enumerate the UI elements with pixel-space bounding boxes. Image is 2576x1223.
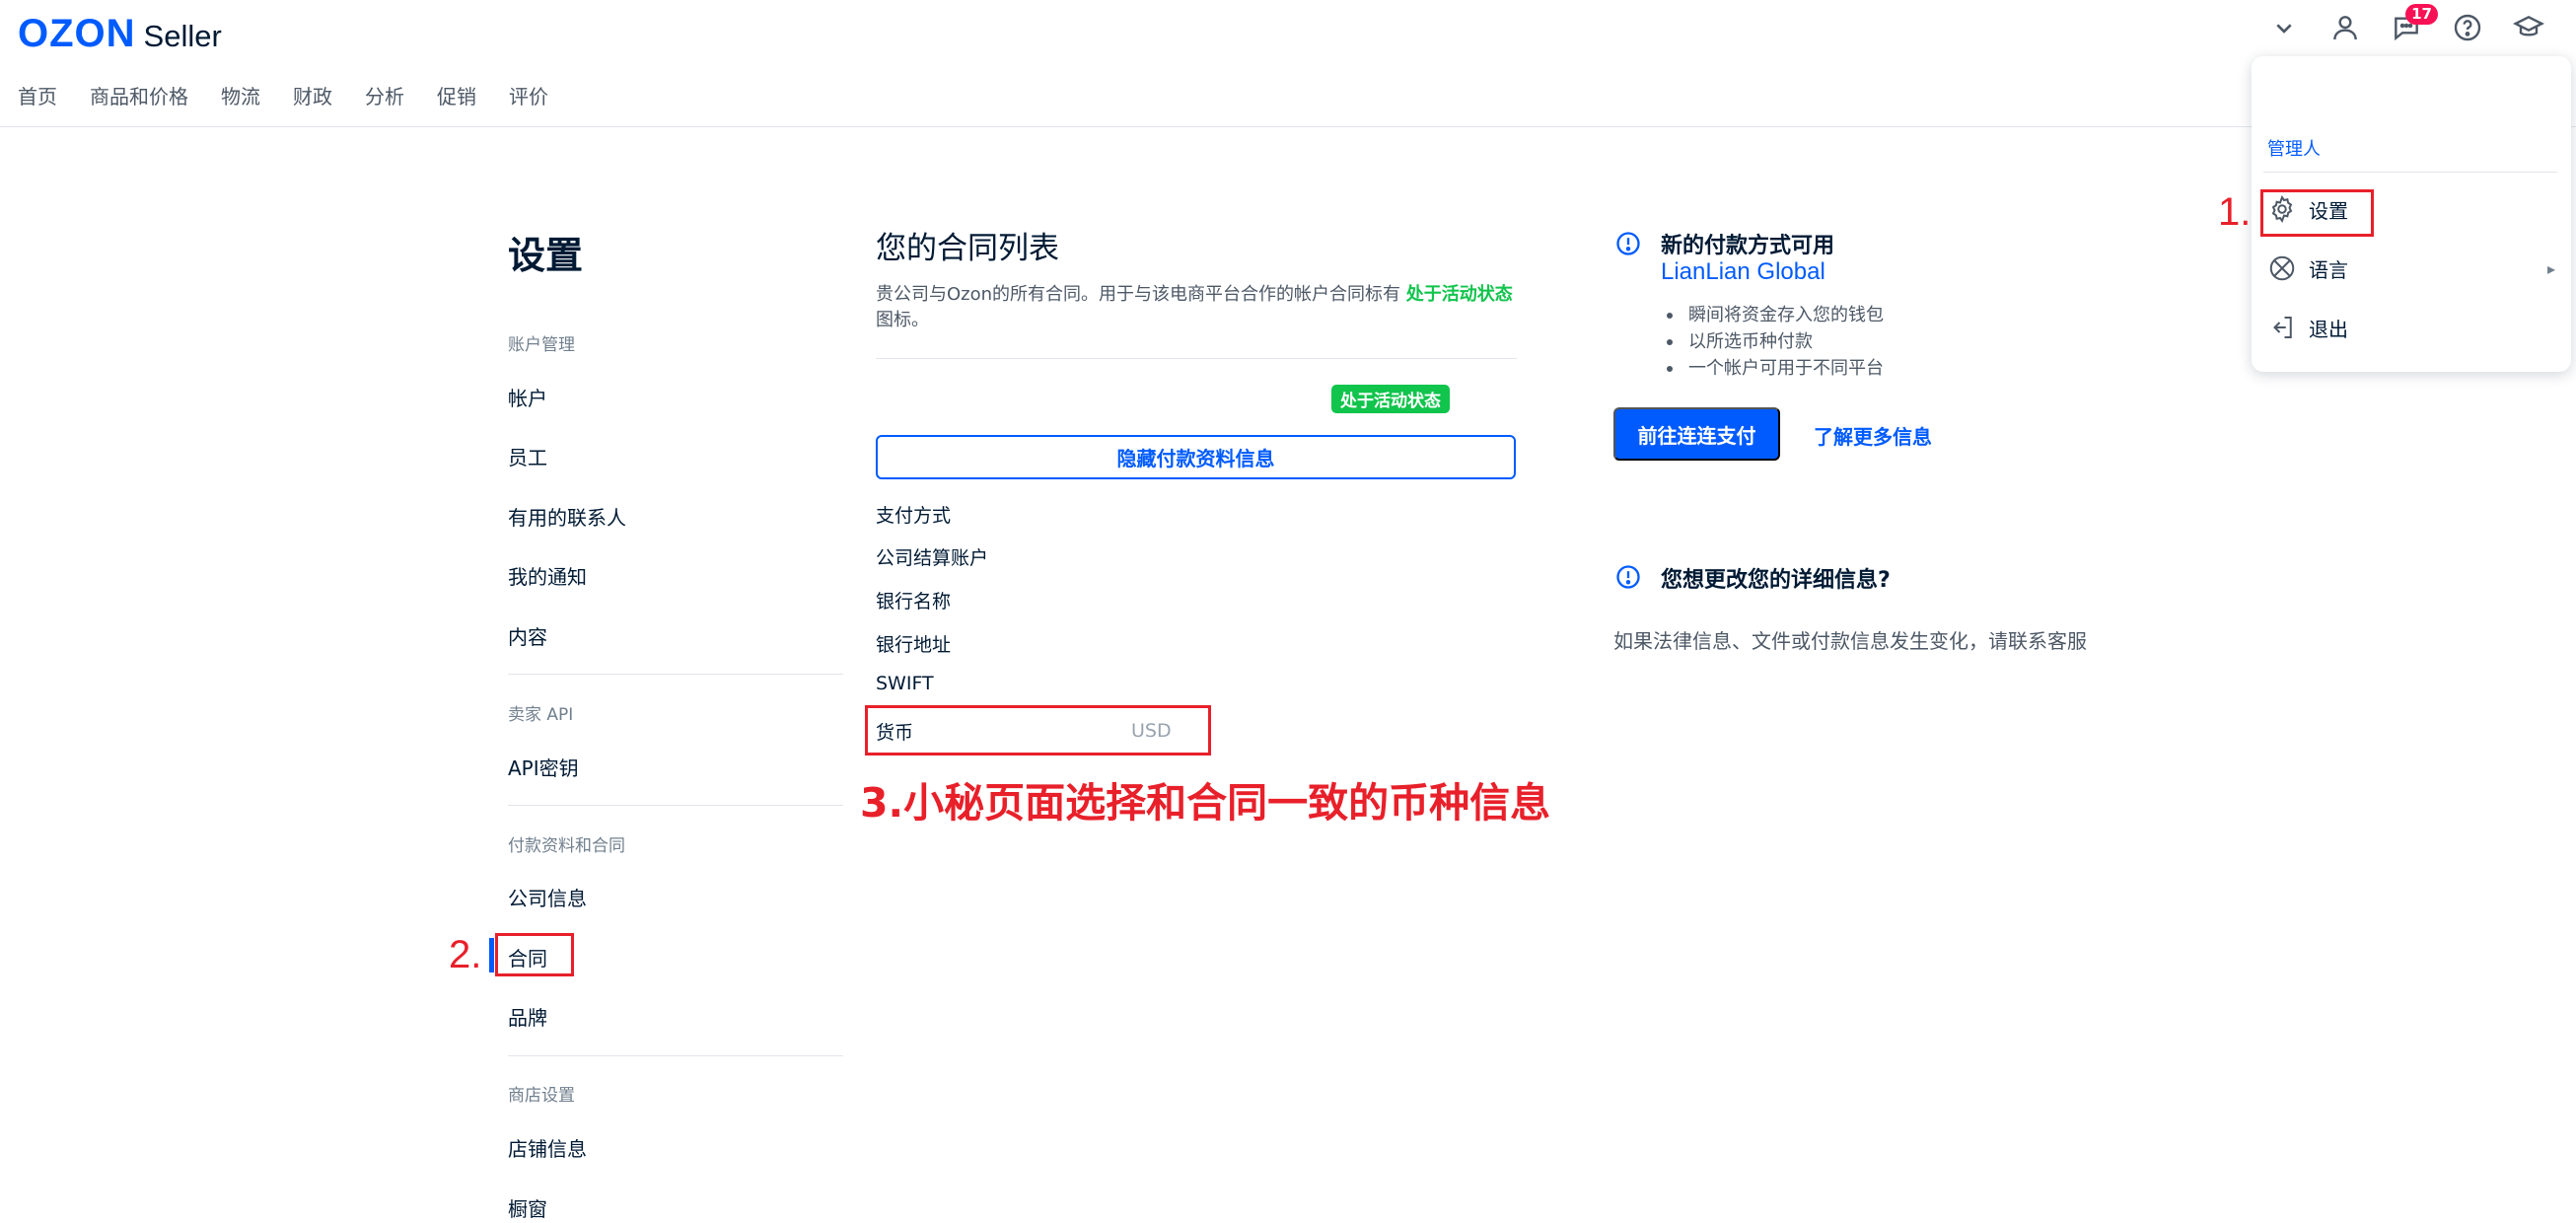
dropdown-item-label: 退出 bbox=[2309, 317, 2348, 341]
menu-item-showcase[interactable]: 橱窗 bbox=[508, 1193, 547, 1222]
dropdown-item-label: 语言 bbox=[2309, 257, 2348, 282]
list-item: 以所选币种付款 bbox=[1667, 328, 1884, 355]
section-label-api: 卖家 API bbox=[508, 705, 574, 725]
contracts-desc-suffix: 图标。 bbox=[876, 310, 929, 330]
globe-icon bbox=[2269, 255, 2295, 281]
menu-item-content[interactable]: 内容 bbox=[508, 621, 547, 650]
header-actions: 17 bbox=[2266, 4, 2546, 45]
logo-brand: OZON bbox=[18, 12, 136, 55]
menu-item-notifications[interactable]: 我的通知 bbox=[508, 561, 587, 590]
dropdown-item-language[interactable]: 语言 ▸ bbox=[2267, 253, 2555, 283]
contracts-title: 您的合同列表 bbox=[876, 231, 1059, 266]
menu-divider bbox=[508, 1055, 843, 1056]
menu-item-contacts[interactable]: 有用的联系人 bbox=[508, 502, 626, 531]
menu-item-brands[interactable]: 品牌 bbox=[508, 1002, 547, 1031]
account-role: 管理人 bbox=[2267, 139, 2321, 160]
annotation-step-1: 1. bbox=[2218, 190, 2252, 234]
status-badge: 处于活动状态 bbox=[1331, 385, 1450, 413]
main-nav: 首页 商品和价格 物流 财政 分析 促销 评价 bbox=[18, 81, 548, 109]
nav-products[interactable]: 商品和价格 bbox=[90, 81, 188, 109]
chevron-right-icon: ▸ bbox=[2546, 258, 2555, 278]
page-title: 设置 bbox=[508, 234, 584, 277]
nav-reviews[interactable]: 评价 bbox=[509, 81, 548, 109]
nav-home[interactable]: 首页 bbox=[18, 81, 57, 109]
info-icon bbox=[1616, 565, 1640, 589]
logo[interactable]: OZON Seller bbox=[18, 12, 222, 56]
field-swift-label: SWIFT bbox=[876, 673, 934, 694]
dropdown-item-logout[interactable]: 退出 bbox=[2267, 313, 2555, 342]
graduation-cap-icon[interactable] bbox=[2511, 10, 2546, 45]
learn-more-link[interactable]: 了解更多信息 bbox=[1814, 421, 1932, 450]
new-payment-title: 新的付款方式可用 bbox=[1661, 234, 1835, 258]
active-indicator bbox=[489, 938, 494, 972]
page: OZON Seller 17 首页 商品和价格 物流 财政 分析 促销 评价 设… bbox=[0, 0, 2576, 1223]
user-icon[interactable] bbox=[2327, 10, 2363, 45]
field-settlement-account-label: 公司结算账户 bbox=[876, 547, 989, 569]
lianlian-pay-button[interactable]: 前往连连支付 bbox=[1613, 407, 1780, 461]
contracts-divider bbox=[876, 358, 1517, 359]
menu-item-company-info[interactable]: 公司信息 bbox=[508, 883, 587, 911]
info-icon bbox=[1616, 232, 1640, 255]
logout-icon bbox=[2273, 317, 2292, 338]
nav-analytics[interactable]: 分析 bbox=[365, 81, 404, 109]
menu-item-store-info[interactable]: 店铺信息 bbox=[508, 1133, 587, 1162]
annotation-box-contracts bbox=[495, 933, 574, 976]
change-details-title: 您想更改您的详细信息? bbox=[1661, 568, 1891, 593]
logo-product: Seller bbox=[143, 19, 222, 53]
payment-benefits-list: 瞬间将资金存入您的钱包 以所选币种付款 一个帐户可用于不同平台 bbox=[1667, 302, 1884, 382]
section-label-store: 商店设置 bbox=[508, 1086, 575, 1106]
contracts-desc-highlight: 处于活动状态 bbox=[1405, 284, 1513, 305]
nav-finance[interactable]: 财政 bbox=[293, 81, 332, 109]
contracts-description: 贵公司与Ozon的所有合同。用于与该电商平台合作的帐户合同标有 处于活动状态 图… bbox=[876, 282, 1517, 333]
dropdown-divider bbox=[2263, 172, 2557, 173]
annotation-step-3: 3.小秘页面选择和合同一致的币种信息 bbox=[860, 779, 1551, 827]
help-icon[interactable] bbox=[2450, 10, 2485, 45]
hide-payment-info-button[interactable]: 隐藏付款资料信息 bbox=[876, 435, 1516, 479]
menu-divider bbox=[508, 805, 843, 806]
annotation-step-2: 2. bbox=[449, 933, 482, 976]
menu-item-api-keys[interactable]: API密钥 bbox=[508, 753, 579, 781]
contracts-desc-prefix: 贵公司与Ozon的所有合同。用于与该电商平台合作的帐户合同标有 bbox=[876, 284, 1401, 305]
nav-divider bbox=[0, 126, 2576, 127]
lianlian-logo: LianLian Global bbox=[1661, 258, 1825, 285]
section-label-account: 账户管理 bbox=[508, 335, 575, 355]
notification-badge: 17 bbox=[2405, 4, 2438, 25]
menu-divider bbox=[508, 674, 843, 675]
change-details-description: 如果法律信息、文件或付款信息发生变化，请联系客服 bbox=[1613, 629, 2087, 653]
field-bank-address-label: 银行地址 bbox=[876, 634, 952, 656]
nav-logistics[interactable]: 物流 bbox=[221, 81, 260, 109]
menu-item-staff[interactable]: 员工 bbox=[508, 442, 547, 470]
top-bar: OZON Seller 17 bbox=[0, 0, 2576, 64]
list-item: 一个帐户可用于不同平台 bbox=[1667, 355, 1884, 382]
menu-item-account[interactable]: 帐户 bbox=[508, 383, 547, 411]
field-payment-method-label: 支付方式 bbox=[876, 505, 952, 527]
section-label-payments: 付款资料和合同 bbox=[508, 836, 625, 856]
chat-icon[interactable]: 17 bbox=[2389, 4, 2438, 45]
list-item: 瞬间将资金存入您的钱包 bbox=[1667, 302, 1884, 328]
nav-promotions[interactable]: 促销 bbox=[437, 81, 476, 109]
chevron-down-icon[interactable] bbox=[2266, 10, 2302, 45]
field-bank-name-label: 银行名称 bbox=[876, 591, 952, 612]
annotation-box-currency bbox=[865, 705, 1211, 755]
annotation-box-settings bbox=[2260, 189, 2374, 237]
